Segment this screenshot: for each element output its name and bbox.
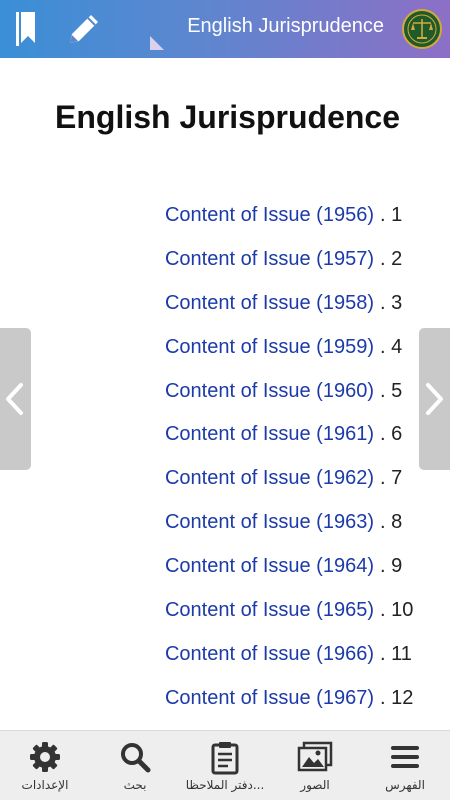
nav-search[interactable]: بحث [90, 731, 180, 800]
nav-index[interactable]: الفهرس [360, 731, 450, 800]
issue-link[interactable]: Content of Issue (1962) [165, 467, 374, 490]
list-item[interactable]: Content of Issue (1966) . 11 [0, 639, 450, 683]
item-number: . 12 [380, 686, 414, 709]
issue-link[interactable]: Content of Issue (1964) [165, 555, 374, 578]
page-fold-icon [150, 36, 166, 55]
issue-link[interactable]: Content of Issue (1961) [165, 423, 374, 446]
issue-link[interactable]: Content of Issue (1963) [165, 511, 374, 534]
list-item[interactable]: Content of Issue (1962) . 7 [0, 463, 450, 507]
gear-icon [30, 742, 60, 772]
list-item[interactable]: Content of Issue (1963) . 8 [0, 507, 450, 551]
chevron-right-icon [426, 383, 443, 415]
search-icon [121, 743, 151, 773]
item-number: . 9 [380, 555, 403, 578]
images-icon [297, 741, 333, 772]
page-title: English Jurisprudence [55, 99, 400, 135]
nav-images[interactable]: الصور [270, 731, 360, 800]
issue-link[interactable]: Content of Issue (1967) [165, 687, 374, 710]
list-item[interactable]: Content of Issue (1959) . 4 [0, 332, 450, 376]
item-number: . 6 [380, 423, 403, 446]
next-page-button[interactable] [419, 328, 450, 470]
list-item[interactable]: Content of Issue (1956) . 1 [0, 200, 450, 244]
nav-images-label: الصور [300, 778, 330, 792]
menu-icon [391, 746, 419, 768]
item-number: . 7 [380, 467, 403, 490]
list-item[interactable]: Content of Issue (1964) . 9 [0, 551, 450, 595]
item-number: . 2 [380, 247, 403, 270]
issue-link[interactable]: Content of Issue (1956) [165, 204, 374, 227]
item-number: . 10 [380, 599, 414, 622]
item-number: . 5 [380, 379, 403, 402]
item-number: . 4 [380, 335, 403, 358]
nav-notebook[interactable]: دفتر الملاحظا... [180, 731, 270, 800]
issue-link[interactable]: Content of Issue (1966) [165, 643, 374, 666]
previous-page-button[interactable] [0, 328, 31, 470]
bookmark-icon[interactable] [12, 9, 38, 54]
issue-list: Content of Issue (1956) . 1 Content of Is… [0, 200, 450, 727]
list-item[interactable]: Content of Issue (1957) . 2 [0, 244, 450, 288]
list-item[interactable]: Content of Issue (1967) . 12 [0, 683, 450, 727]
issue-link[interactable]: Content of Issue (1959) [165, 336, 374, 359]
pencil-icon[interactable] [64, 9, 104, 54]
nav-index-label: الفهرس [385, 778, 425, 792]
issue-link[interactable]: Content of Issue (1958) [165, 292, 374, 315]
issue-link[interactable]: Content of Issue (1957) [165, 248, 374, 271]
issue-link[interactable]: Content of Issue (1965) [165, 599, 374, 622]
chevron-left-icon [6, 383, 23, 415]
bottom-nav: الإعدادات بحث دفتر الملاحظا... الصور الف… [0, 730, 450, 800]
list-item[interactable]: Content of Issue (1965) . 10 [0, 595, 450, 639]
list-item[interactable]: Content of Issue (1961) . 6 [0, 419, 450, 463]
clipboard-icon [211, 742, 239, 775]
list-item[interactable]: Content of Issue (1958) . 3 [0, 288, 450, 332]
app-title: English Jurisprudence [187, 15, 384, 37]
list-item[interactable]: Content of Issue (1960) . 5 [0, 376, 450, 420]
nav-search-label: بحث [123, 778, 147, 792]
issue-link[interactable]: Content of Issue (1960) [165, 380, 374, 403]
nav-notebook-label: دفتر الملاحظا... [185, 778, 265, 792]
nav-settings[interactable]: الإعدادات [0, 731, 90, 800]
app-header: English Jurisprudence [0, 0, 450, 58]
item-number: . 3 [380, 291, 403, 314]
main-content: English Jurisprudence Content of Issue (… [0, 58, 450, 730]
item-number: . 1 [380, 204, 403, 226]
nav-settings-label: الإعدادات [21, 778, 69, 792]
item-number: . 11 [380, 642, 412, 665]
item-number: . 8 [380, 511, 403, 534]
scales-of-justice-logo [402, 9, 442, 54]
